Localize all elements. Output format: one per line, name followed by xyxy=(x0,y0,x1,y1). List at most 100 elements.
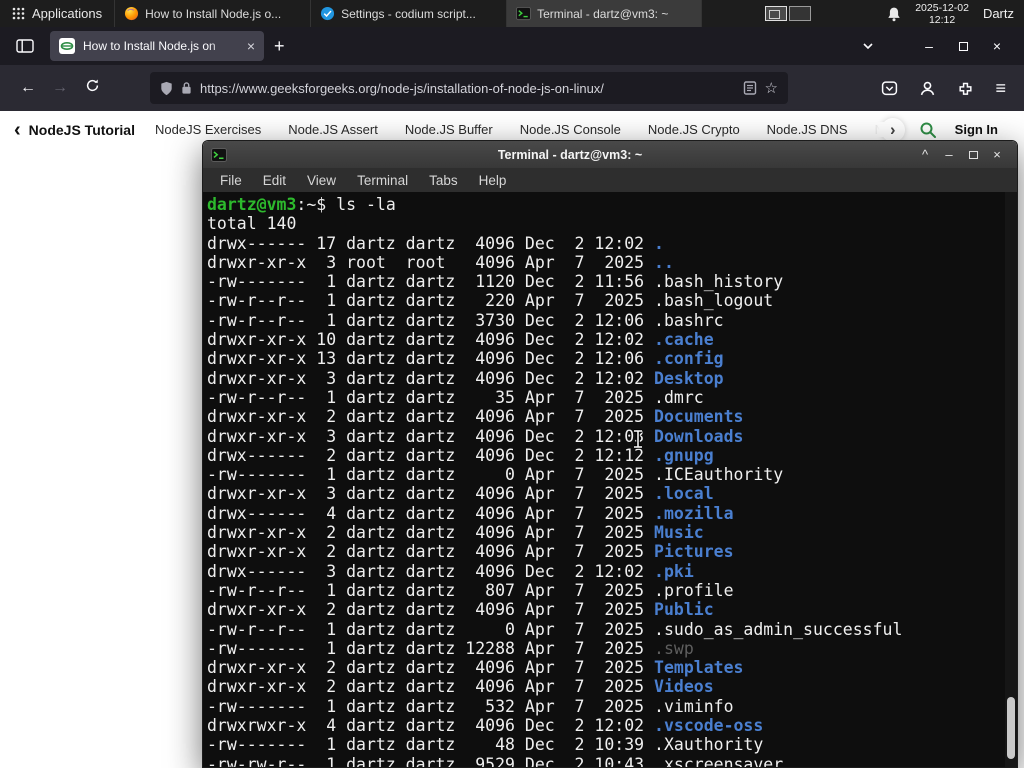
ls-row: drwxrwxr-x 4 dartz dartz 4096 Dec 2 12:0… xyxy=(207,716,1017,735)
ls-row-name: . xyxy=(654,233,664,253)
site-nav-link[interactable]: Node.JS Buffer xyxy=(405,122,493,137)
site-nav-link[interactable]: NodeJS Exercises xyxy=(155,122,261,137)
taskbar-button[interactable]: Terminal - dartz@vm3: ~ xyxy=(506,0,703,27)
scrollbar-thumb[interactable] xyxy=(1007,697,1015,759)
ls-row: drwxr-xr-x 13 dartz dartz 4096 Dec 2 12:… xyxy=(207,349,1017,368)
user-menu[interactable]: Dartz xyxy=(983,6,1018,21)
terminal-menu-view[interactable]: View xyxy=(307,173,336,188)
window-close-button[interactable]: × xyxy=(980,38,1014,54)
terminal-menu-file[interactable]: File xyxy=(220,173,242,188)
terminal-menu-edit[interactable]: Edit xyxy=(263,173,286,188)
ls-row-meta: -rw-r--r-- 1 dartz dartz 807 Apr 7 2025 xyxy=(207,580,655,600)
browser-tab[interactable]: How to Install Node.js on × xyxy=(50,31,264,61)
ls-row: -rw------- 1 dartz dartz 48 Dec 2 10:39 … xyxy=(207,735,1017,754)
account-icon[interactable] xyxy=(919,80,936,97)
sign-in-button[interactable]: Sign In xyxy=(955,122,998,137)
terminal-title: Terminal - dartz@vm3: ~ xyxy=(497,147,643,162)
taskbar-button[interactable]: How to Install Node.js o... xyxy=(114,0,310,27)
window-minimize-button[interactable]: – xyxy=(912,38,946,54)
terminal-shade-button[interactable]: ^ xyxy=(913,147,937,162)
ls-row-meta: -rw------- 1 dartz dartz 532 Apr 7 2025 xyxy=(207,696,655,716)
site-nav-link[interactable]: Node.JS Crypto xyxy=(648,122,740,137)
desktop: Applications How to Install Node.js o...… xyxy=(0,0,1024,768)
terminal-menu-help[interactable]: Help xyxy=(479,173,507,188)
ls-row: drwx------ 3 dartz dartz 4096 Dec 2 12:0… xyxy=(207,562,1017,581)
site-nav-title[interactable]: NodeJS Tutorial xyxy=(29,122,135,138)
url-bar[interactable]: https://www.geeksforgeeks.org/node-js/in… xyxy=(150,72,788,104)
ls-row-name: Videos xyxy=(654,677,714,697)
url-text[interactable]: https://www.geeksforgeeks.org/node-js/in… xyxy=(200,81,735,96)
ls-row-meta: drwxr-xr-x 2 dartz dartz 4096 Apr 7 2025 xyxy=(207,658,655,678)
clock[interactable]: 2025-12-02 12:12 xyxy=(915,2,969,26)
ls-row: drwxr-xr-x 10 dartz dartz 4096 Dec 2 12:… xyxy=(207,330,1017,349)
ls-row-name: Pictures xyxy=(654,542,734,562)
terminal-close-button[interactable]: × xyxy=(985,147,1009,162)
nav-forward-chevron-icon: › xyxy=(889,120,896,139)
new-tab-button[interactable]: + xyxy=(264,36,295,57)
terminal-minimize-button[interactable]: – xyxy=(937,147,961,162)
ls-row: drwxr-xr-x 3 dartz dartz 4096 Apr 7 2025… xyxy=(207,484,1017,503)
ls-row-name: Music xyxy=(654,523,704,543)
window-task-list: How to Install Node.js o... Settings - co… xyxy=(114,0,703,27)
list-all-tabs-icon[interactable] xyxy=(858,36,878,56)
bookmark-star-icon[interactable]: ☆ xyxy=(765,79,778,97)
ls-row: drwx------ 4 dartz dartz 4096 Apr 7 2025… xyxy=(207,504,1017,523)
ls-row: -rw-r--r-- 1 dartz dartz 220 Apr 7 2025 … xyxy=(207,291,1017,310)
ls-row-meta: drwxr-xr-x 3 dartz dartz 4096 Dec 2 12:0… xyxy=(207,368,655,388)
save-to-pocket-icon[interactable] xyxy=(881,80,898,97)
ls-row-name: .local xyxy=(654,484,714,504)
site-nav-link[interactable]: Node.JS Console xyxy=(520,122,621,137)
forward-button[interactable]: → xyxy=(44,79,76,97)
ls-row-meta: -rw-r--r-- 1 dartz dartz 220 Apr 7 2025 xyxy=(207,291,655,311)
ls-row-meta: drwxr-xr-x 2 dartz dartz 4096 Apr 7 2025 xyxy=(207,542,655,562)
ls-row-meta: drwxr-xr-x 10 dartz dartz 4096 Dec 2 12:… xyxy=(207,330,655,350)
applications-menu[interactable]: Applications xyxy=(0,0,114,27)
prompt-line: dartz@vm3:~$ ls -la xyxy=(207,195,1017,214)
notifications-bell-icon[interactable] xyxy=(887,6,901,22)
ls-row-meta: drwxr-xr-x 2 dartz dartz 4096 Apr 7 2025 xyxy=(207,677,655,697)
workspace-2[interactable] xyxy=(789,6,812,21)
ls-row-meta: drwxr-xr-x 3 dartz dartz 4096 Apr 7 2025 xyxy=(207,484,655,504)
workspace-1[interactable] xyxy=(765,6,788,21)
extensions-icon[interactable] xyxy=(957,80,974,97)
terminal-menu-terminal[interactable]: Terminal xyxy=(357,173,408,188)
search-icon[interactable] xyxy=(919,121,937,139)
nav-back-chevron-icon[interactable]: ‹ xyxy=(14,120,21,140)
terminal-icon xyxy=(211,147,227,162)
site-nav-links: NodeJS Exercises Node.JS Assert Node.JS Bu… xyxy=(155,122,891,137)
reader-mode-icon[interactable] xyxy=(743,81,757,95)
prompt-path: :~$ xyxy=(296,195,337,214)
back-button[interactable]: ← xyxy=(12,79,44,97)
site-nav-link[interactable]: Node.JS Assert xyxy=(288,122,378,137)
ls-row: -rw------- 1 dartz dartz 12288 Apr 7 202… xyxy=(207,639,1017,658)
menu-icon[interactable]: ≡ xyxy=(995,78,1006,99)
ls-row-meta: drwxr-xr-x 2 dartz dartz 4096 Apr 7 2025 xyxy=(207,600,655,620)
ls-row-name: .profile xyxy=(654,580,734,600)
tab-close-icon[interactable]: × xyxy=(247,38,255,54)
site-nav-link[interactable]: Node.JS DNS xyxy=(767,122,848,137)
ls-row: -rw-r--r-- 1 dartz dartz 0 Apr 7 2025 .s… xyxy=(207,620,1017,639)
terminal-scrollbar[interactable] xyxy=(1005,192,1017,767)
ls-row-meta: drwx------ 2 dartz dartz 4096 Dec 2 12:1… xyxy=(207,445,655,465)
ls-row: drwxr-xr-x 3 dartz dartz 4096 Dec 2 12:0… xyxy=(207,427,1017,446)
reload-button[interactable] xyxy=(76,78,108,98)
terminal-titlebar[interactable]: Terminal - dartz@vm3: ~ ^ – × xyxy=(203,141,1017,168)
terminal-window: Terminal - dartz@vm3: ~ ^ – × File Edit Vi… xyxy=(202,140,1018,768)
ls-row: drwxr-xr-x 2 dartz dartz 4096 Apr 7 2025… xyxy=(207,658,1017,677)
workspace-switcher[interactable] xyxy=(765,6,812,21)
taskbar-button[interactable]: Settings - codium script... xyxy=(310,0,506,27)
terminal-menu-tabs[interactable]: Tabs xyxy=(429,173,458,188)
ls-row: drwxr-xr-x 2 dartz dartz 4096 Apr 7 2025… xyxy=(207,542,1017,561)
system-bar: Applications How to Install Node.js o...… xyxy=(0,0,1024,27)
firefox-view-icon[interactable] xyxy=(10,39,40,53)
terminal-maximize-button[interactable] xyxy=(961,147,985,162)
terminal-body[interactable]: dartz@vm3:~$ ls -la total 140 drwx------… xyxy=(203,192,1017,767)
terminal-menubar: File Edit View Terminal Tabs Help xyxy=(203,168,1017,192)
ls-row-name: .Xauthority xyxy=(654,735,764,755)
window-maximize-button[interactable] xyxy=(946,38,980,54)
ls-row-meta: -rw------- 1 dartz dartz 0 Apr 7 2025 xyxy=(207,465,655,485)
ls-row-name: .bash_history xyxy=(654,272,784,292)
ls-row-name: .dmrc xyxy=(654,387,704,407)
ls-row-meta: -rw-r--r-- 1 dartz dartz 35 Apr 7 2025 xyxy=(207,387,655,407)
tracking-protection-shield-icon[interactable] xyxy=(160,81,173,96)
